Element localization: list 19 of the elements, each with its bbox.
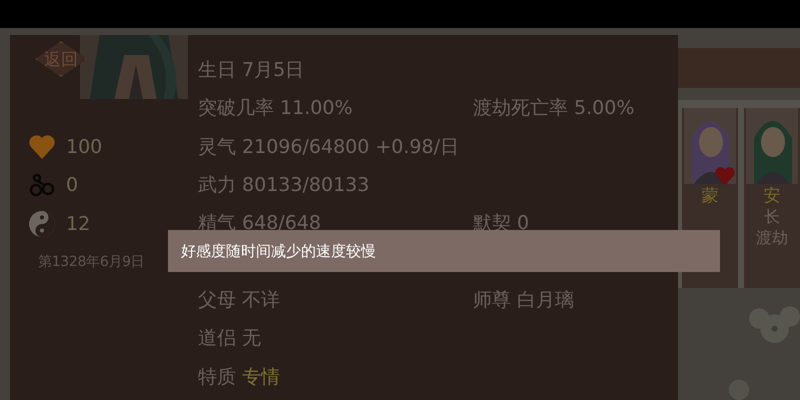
info-field: 武力 80133/80133 [198,172,473,198]
info-field: 生日 7月5日 [198,57,473,84]
info-field: 父母 不详 [198,286,473,313]
stat-value: 12 [66,212,90,235]
heart-icon [28,134,56,160]
info-field: 特质 专情 [198,364,473,390]
handcuffs-icon [28,172,56,198]
card-name: 蒙 [702,185,718,207]
info-field: 灵气 21096/64800 +0.98/日 [198,134,473,160]
game-date: 第1328年6月9日 [37,252,146,272]
tooltip-text: 好感度随时间减少的速度较慢 [181,242,376,260]
stat-value: 0 [66,174,78,196]
yin-yang-icon [28,210,56,238]
info-field: 渡劫死亡率 5.00% [473,95,678,122]
info-field: 师尊 白月璃 [473,286,678,313]
stat-value: 100 [66,136,102,158]
info-field: 道侣 无 [198,325,473,352]
card-name: 安 [764,185,780,207]
info-field: 突破几率 11.00% [198,95,473,122]
